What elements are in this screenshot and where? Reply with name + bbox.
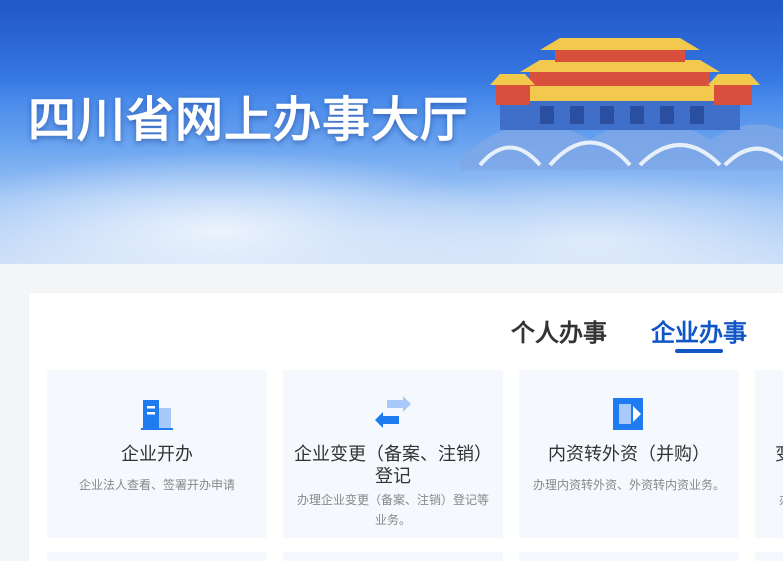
service-card-enterprise-change[interactable]: 企业变更（备案、注销）登记 办理企业变更（备案、注销）登记等业务。: [283, 370, 503, 538]
tab-personal[interactable]: 个人办事: [511, 313, 607, 348]
service-description: 办: [779, 490, 783, 510]
tab-bar: 个人办事 企业办事: [29, 313, 783, 363]
service-name: 企业变更（备案、注销）登记: [294, 444, 492, 487]
service-name: 企业开办: [121, 444, 193, 465]
exchange-arrows-icon: [375, 396, 411, 428]
service-description: 办理内资转外资、外资转内资业务。: [532, 478, 725, 492]
service-card-row2[interactable]: [47, 552, 267, 561]
palace-illustration: [460, 38, 783, 170]
service-card-enterprise-setup[interactable]: 企业开办 企业法人查看、签署开办申请: [47, 370, 267, 538]
header-banner: 四川省网上办事大厅: [0, 0, 783, 264]
service-name: 变: [775, 444, 783, 466]
service-description: 企业法人查看、签署开办申请: [78, 478, 235, 492]
site-title: 四川省网上办事大厅: [28, 92, 470, 148]
service-card-partial[interactable]: 变 办: [755, 370, 783, 538]
service-panel: 个人办事 企业办事 企业开办 企业法人查看、签署开办申请 企业变更（备案、注销）…: [29, 293, 783, 561]
service-card-row2[interactable]: [519, 552, 739, 561]
service-card-row2[interactable]: [755, 552, 783, 561]
service-name: 内资转外资（并购）: [548, 444, 710, 465]
service-card-capital-conversion[interactable]: 内资转外资（并购） 办理内资转外资、外资转内资业务。: [519, 370, 739, 538]
transfer-icon: [613, 398, 643, 430]
service-description: 办理企业变更（备案、注销）登记等业务。: [296, 493, 489, 527]
tab-enterprise[interactable]: 企业办事: [651, 313, 747, 348]
building-icon: [141, 400, 173, 430]
service-card-row2[interactable]: [283, 552, 503, 561]
active-tab-indicator: [675, 349, 723, 353]
